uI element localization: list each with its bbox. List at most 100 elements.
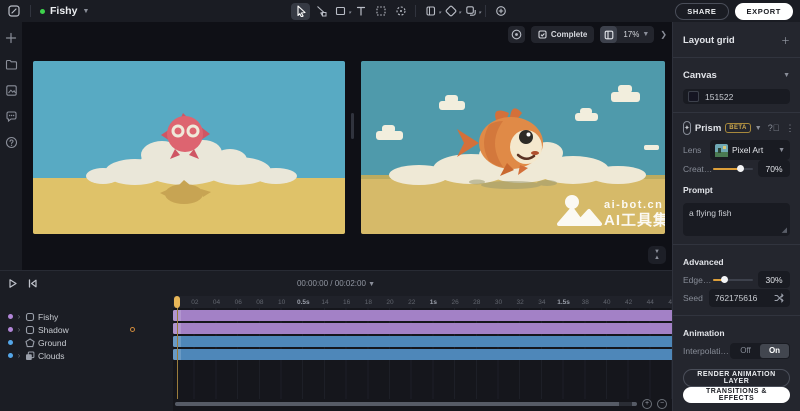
assets-icon[interactable] (4, 83, 18, 97)
export-button[interactable]: EXPORT (735, 3, 793, 20)
layer-row-clouds[interactable]: › Clouds (8, 349, 173, 362)
timeline-ruler[interactable]: 02040608100.5s14161820221s26283032341.5s… (173, 296, 672, 308)
divider (673, 57, 800, 58)
ruler-tick: 22 (401, 299, 423, 306)
prism-collapse-chevron-icon[interactable]: ▼ (755, 125, 762, 132)
layer-expand-chevron-icon[interactable]: › (13, 351, 25, 360)
marquee-tool-button[interactable] (371, 3, 390, 20)
boolean-tool-chevron-icon[interactable]: ▾ (478, 10, 481, 16)
layer-color-dot (8, 340, 13, 345)
ruler-tick: 32 (509, 299, 531, 306)
minimize-canvas-button[interactable]: ▼ ▲ (648, 246, 666, 264)
artboard-split-handle[interactable] (351, 113, 354, 139)
edge-influence-slider[interactable] (713, 279, 753, 281)
ruler-tick: 16 (336, 299, 358, 306)
zoom-chevron-icon[interactable]: ▼ (642, 31, 654, 38)
track-bar-clouds[interactable] (173, 349, 672, 360)
seed-label: Seed (683, 293, 703, 303)
skip-to-start-button[interactable] (27, 278, 38, 289)
layer-row-shadow[interactable]: ›Shadow (8, 323, 173, 336)
timeline-scrollbar[interactable] (175, 402, 637, 406)
prism-more-icon[interactable]: ⋮ (785, 123, 794, 134)
canvas-section-chevron-icon[interactable]: ▼ (783, 72, 790, 79)
animation-title: Animation (683, 328, 725, 338)
comment-tool-button[interactable] (491, 3, 510, 20)
layer-name: Clouds (38, 351, 64, 361)
watermark-line2: AI工具集 (604, 211, 665, 229)
interpolation-toggle: Off On (730, 343, 790, 359)
artboard-render[interactable]: ai-bot.cn AI工具集 (361, 61, 665, 234)
ruler-tick: 42 (618, 299, 640, 306)
lens-value: Pixel Art (732, 145, 774, 155)
shuffle-icon[interactable] (774, 293, 784, 303)
prism-help-icon[interactable]: ?⃝ (768, 123, 780, 133)
properties-panel: Layout grid ＋ Canvas ▼ 151522 ✦ Prism BE… (672, 22, 800, 411)
seed-input[interactable]: 762175616 (709, 289, 790, 307)
layer-row-ground[interactable]: Ground (8, 336, 173, 349)
frame-tool-button[interactable]: ▾ (421, 3, 440, 20)
folder-icon[interactable] (4, 57, 18, 71)
vector-tool-button[interactable]: ▾ (441, 3, 460, 20)
track-lane (173, 323, 672, 334)
layer-row-fishy[interactable]: ›Fishy (8, 310, 173, 323)
canvas-color-swatch[interactable] (688, 91, 699, 102)
divider (485, 5, 486, 17)
ruler-tick: 44 (639, 299, 661, 306)
app-logo-icon[interactable] (7, 4, 21, 18)
keyframe-indicator[interactable] (130, 327, 135, 332)
track-bar-fishy[interactable] (173, 310, 672, 321)
help-icon[interactable] (4, 135, 18, 149)
project-menu-chevron-icon[interactable]: ▼ (82, 8, 89, 15)
shape-tool-button[interactable]: ▾ (331, 3, 350, 20)
add-layout-grid-button[interactable]: ＋ (781, 34, 790, 47)
track-lane (173, 349, 672, 360)
project-title: Fishy (50, 5, 77, 17)
node-select-tool-button[interactable] (311, 3, 330, 20)
creativity-slider[interactable] (713, 168, 753, 170)
watermark-line1: ai-bot.cn (604, 199, 663, 211)
play-button[interactable] (7, 278, 18, 289)
layer-expand-chevron-icon[interactable]: › (13, 312, 25, 321)
ruler-tick: 1.5s (553, 299, 575, 306)
layer-expand-chevron-icon[interactable]: › (13, 325, 25, 334)
interpolation-off-option[interactable]: Off (731, 344, 760, 358)
prompt-value: a flying fish (689, 208, 732, 218)
canvas-color-field[interactable]: 151522 (683, 89, 790, 104)
ruler-tick: 46 (661, 299, 672, 306)
panel-collapse-arrow-icon[interactable]: ❯ (660, 30, 667, 39)
select-tool-button[interactable] (291, 3, 310, 20)
creativity-value[interactable]: 70% (758, 160, 790, 177)
rotate-tool-button[interactable] (391, 3, 410, 20)
text-tool-button[interactable] (351, 3, 370, 20)
timeline-zoom-out-button[interactable]: − (657, 399, 667, 409)
prism-title: Prism (695, 123, 721, 134)
ruler-tick: 14 (314, 299, 336, 306)
boolean-tool-button[interactable]: ▾ (461, 3, 480, 20)
complete-button[interactable]: Complete (531, 26, 594, 43)
prompt-textarea[interactable]: a flying fish ◢ (683, 203, 790, 236)
canvas-viewport[interactable]: ai-bot.cn AI工具集 Complete (22, 22, 672, 270)
render-animation-layer-button[interactable]: RENDER ANIMATION LAYER (683, 369, 790, 387)
ruler-tick: 30 (488, 299, 510, 306)
interpolation-on-option[interactable]: On (760, 344, 789, 358)
time-display[interactable]: 00:00:00 / 00:02:00 ▼ (0, 279, 672, 288)
timeline-zoom-in-button[interactable]: + (642, 399, 652, 409)
track-area[interactable]: 02040608100.5s14161820221s26283032341.5s… (173, 296, 672, 411)
seed-value: 762175616 (715, 293, 774, 303)
zoom-level-value[interactable]: 17% (617, 30, 642, 39)
artboard-source[interactable] (33, 61, 345, 234)
transitions-effects-button[interactable]: TRANSITIONS & EFFECTS (683, 387, 790, 403)
share-button[interactable]: SHARE (675, 3, 728, 20)
edge-influence-value[interactable]: 30% (758, 271, 790, 288)
resize-handle-icon[interactable]: ◢ (782, 226, 787, 234)
lens-dropdown[interactable]: Pixel Art ▼ (710, 140, 790, 160)
ruler-tick: 28 (466, 299, 488, 306)
track-bar-ground[interactable] (173, 336, 672, 347)
canvas-section-title: Canvas (683, 70, 717, 81)
snapshot-button[interactable] (508, 26, 525, 43)
ruler-tick: 38 (574, 299, 596, 306)
track-bar-shadow[interactable] (173, 323, 672, 334)
comments-icon[interactable] (4, 109, 18, 123)
pages-panel-button[interactable] (600, 26, 617, 43)
add-icon[interactable] (4, 31, 18, 45)
